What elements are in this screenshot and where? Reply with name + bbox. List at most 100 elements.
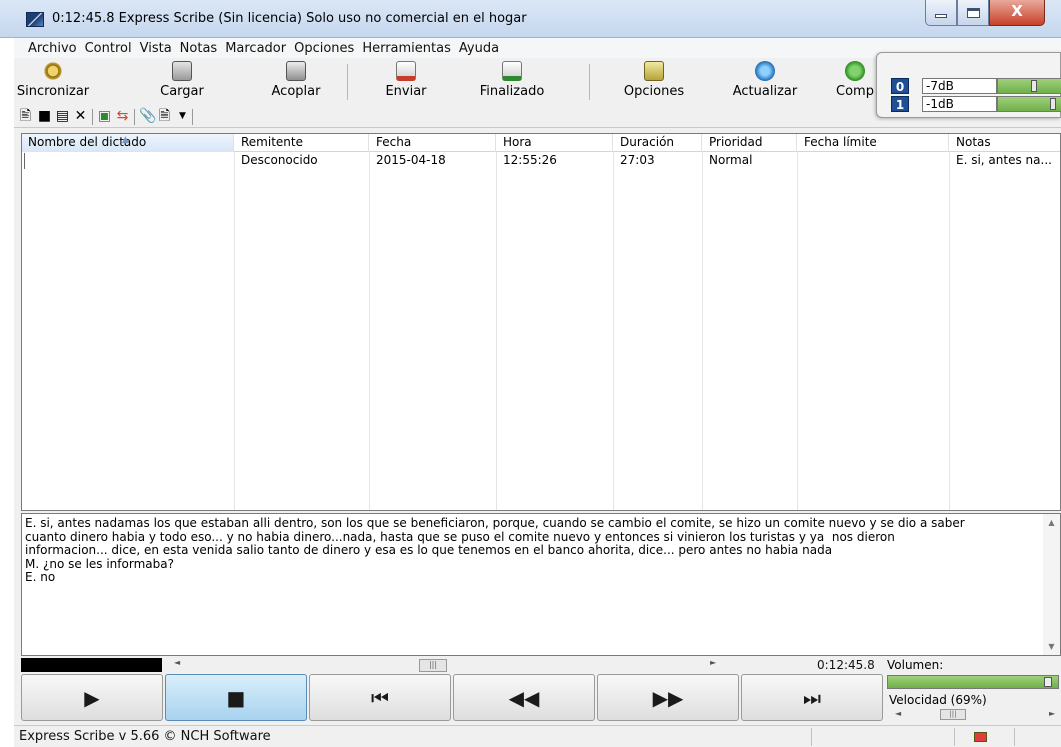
menu-vista[interactable]: Vista — [136, 41, 176, 56]
channel-0-db: -7dB — [922, 78, 997, 94]
notes-icon[interactable]: ▣ — [97, 109, 112, 124]
column-divider — [949, 152, 950, 510]
options-button[interactable]: Opciones — [613, 58, 695, 106]
notes-text[interactable]: E. si, antes nadamas los que estaban all… — [25, 516, 1035, 585]
send-button[interactable]: Enviar — [376, 58, 436, 106]
sync-label: Sincronizar — [16, 84, 90, 99]
dock-button[interactable]: Acoplar — [261, 58, 331, 106]
close-icon: X — [1011, 2, 1023, 20]
dock-icon — [286, 61, 306, 81]
column-header-duration[interactable]: Duración — [614, 134, 702, 152]
save-icon[interactable]: ■ — [37, 109, 52, 124]
volume-slider-thumb[interactable] — [1044, 677, 1052, 687]
notes-scrollbar[interactable]: ▲ ▼ — [1043, 514, 1060, 655]
minimize-button[interactable] — [925, 0, 957, 26]
speed-left-icon[interactable]: ◄ — [895, 709, 901, 718]
comp-button[interactable]: Comp — [832, 58, 878, 106]
load-icon — [172, 61, 192, 81]
cell-duration: 27:03 — [620, 153, 655, 167]
speed-right-icon[interactable]: ► — [1049, 709, 1055, 718]
delete-icon[interactable]: ✕ — [73, 109, 88, 124]
column-header-date[interactable]: Fecha — [370, 134, 496, 152]
load-label: Cargar — [160, 84, 204, 99]
column-divider — [702, 152, 703, 510]
volume-slider[interactable] — [887, 675, 1059, 689]
waveform-display — [21, 658, 162, 672]
status-separator — [811, 728, 812, 746]
scroll-up-icon[interactable]: ▲ — [1043, 518, 1060, 527]
column-divider — [234, 152, 235, 510]
channel-1-db: -1dB — [922, 96, 997, 112]
update-icon — [755, 61, 775, 81]
status-text: Express Scribe v 5.66 © NCH Software — [19, 729, 271, 744]
volume-label: Volumen: — [887, 658, 944, 672]
transport-controls: ▶ ■ ⏮ ◀◀ ▶▶ ⏭ — [21, 674, 883, 722]
record-indicator-icon — [974, 732, 987, 742]
finished-button[interactable]: Finalizado — [467, 58, 557, 106]
menu-herramientas[interactable]: Herramientas — [358, 41, 455, 56]
maximize-icon — [966, 8, 980, 18]
finished-icon — [502, 61, 522, 81]
comp-label: Comp — [836, 84, 874, 99]
title-bar: 0:12:45.8 Express Scribe (Sin licencia) … — [0, 0, 1061, 38]
stop-icon: ■ — [226, 685, 246, 710]
position-thumb[interactable]: ||| — [419, 659, 447, 672]
column-divider — [613, 152, 614, 510]
rewind-button[interactable]: ◀◀ — [453, 674, 595, 721]
column-divider — [369, 152, 370, 510]
column-header-notes[interactable]: Notas — [950, 134, 1060, 152]
channel-0-slider-thumb[interactable] — [1031, 80, 1037, 92]
next-button[interactable]: ⏭ — [741, 674, 883, 721]
speed-slider-thumb[interactable]: ||| — [940, 709, 966, 720]
scroll-down-icon[interactable]: ▼ — [1043, 642, 1060, 651]
column-divider — [496, 152, 497, 510]
position-scrollbar[interactable] — [164, 659, 734, 672]
menu-marcador[interactable]: Marcador — [221, 41, 290, 56]
maximize-button[interactable] — [957, 0, 989, 26]
cell-sender: Desconocido — [241, 153, 318, 167]
close-button[interactable]: X — [989, 0, 1045, 26]
menu-control[interactable]: Control — [81, 41, 136, 56]
update-button[interactable]: Actualizar — [722, 58, 808, 106]
scroll-right-icon[interactable]: ► — [710, 658, 716, 667]
table-row[interactable]: Desconocido 2015-04-18 12:55:26 27:03 No… — [22, 152, 1060, 169]
options-icon — [644, 61, 664, 81]
column-header-deadline[interactable]: Fecha límite — [798, 134, 949, 152]
sync-button[interactable]: Sincronizar — [14, 58, 92, 106]
cell-time: 12:55:26 — [503, 153, 557, 167]
column-header-priority[interactable]: Prioridad — [703, 134, 797, 152]
column-header-name[interactable]: ▲ Nombre del dictado — [22, 134, 234, 152]
column-header-sender[interactable]: Remitente — [235, 134, 369, 152]
transfer-icon[interactable]: ⇆ — [115, 109, 130, 124]
cell-deadline — [798, 152, 949, 169]
attach-icon[interactable]: 📎 — [139, 109, 156, 124]
menu-opciones[interactable]: Opciones — [290, 41, 358, 56]
column-header-time[interactable]: Hora — [497, 134, 613, 152]
menu-archivo[interactable]: Archivo — [24, 41, 81, 56]
play-button[interactable]: ▶ — [21, 674, 163, 721]
chevron-down-icon[interactable]: ▼ — [175, 109, 190, 124]
load-button[interactable]: Cargar — [152, 58, 212, 106]
channel-0-meter[interactable] — [997, 78, 1061, 94]
status-bar: Express Scribe v 5.66 © NCH Software — [14, 725, 1061, 747]
channel-1-slider-thumb[interactable] — [1050, 98, 1056, 110]
speed-slider[interactable] — [887, 708, 1059, 721]
window-list-icon[interactable]: ▤ — [55, 109, 70, 124]
cell-notes: E. si, antes na... — [956, 153, 1052, 167]
notes-editor[interactable]: E. si, antes nadamas los que estaban all… — [21, 513, 1061, 656]
scroll-left-icon[interactable]: ◄ — [174, 658, 180, 667]
stop-button[interactable]: ■ — [165, 674, 307, 721]
menu-ayuda[interactable]: Ayuda — [455, 41, 503, 56]
properties-icon[interactable]: 🖹 — [18, 109, 33, 124]
dictation-name-field[interactable] — [24, 153, 192, 169]
status-separator — [954, 728, 955, 746]
menu-notas[interactable]: Notas — [176, 41, 222, 56]
fast-forward-button[interactable]: ▶▶ — [597, 674, 739, 721]
document-icon[interactable]: 🗎 — [157, 109, 172, 124]
send-label: Enviar — [385, 84, 427, 99]
channel-1-meter[interactable] — [997, 96, 1061, 112]
fast-forward-icon: ▶▶ — [652, 685, 684, 710]
previous-button[interactable]: ⏮ — [309, 674, 451, 721]
sort-ascending-icon: ▲ — [122, 135, 129, 145]
channel-levels-panel: 0 -7dB 1 -1dB — [876, 52, 1061, 118]
